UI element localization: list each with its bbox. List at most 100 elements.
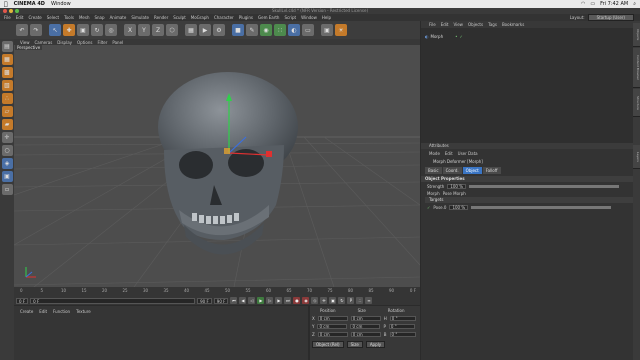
position-key-icon[interactable]: ✛ [320, 297, 328, 304]
viewport-menu-view[interactable]: View [20, 40, 30, 45]
texture-mode-icon[interactable]: ▩ [1, 67, 13, 78]
polygons-mode-icon[interactable]: ▰ [1, 119, 13, 130]
position-y-input[interactable]: 0 cm [317, 324, 348, 329]
prev-frame-icon[interactable]: ◁ [248, 297, 256, 304]
coord-mode-select[interactable]: Object (Rel) [312, 341, 344, 348]
render-settings-icon[interactable]: ⚙ [213, 24, 225, 36]
camera-icon[interactable]: ▣ [321, 24, 333, 36]
menu-create[interactable]: Create [28, 15, 41, 20]
tab-falloff[interactable]: Falloff [482, 167, 501, 174]
size-y-input[interactable]: 0 cm [350, 324, 381, 329]
snapping-icon[interactable]: ◈ [1, 158, 13, 169]
keyframe-selection-icon[interactable]: ◇ [311, 297, 319, 304]
z-axis-icon[interactable]: Z [152, 24, 164, 36]
battery-icon[interactable]: ▭ [590, 1, 595, 7]
attr-menu-userdata[interactable]: User Data [458, 151, 478, 157]
next-key-icon[interactable]: ▶ [275, 297, 283, 304]
material-menu-create[interactable]: Create [20, 309, 33, 314]
model-mode-icon[interactable]: ▦ [1, 54, 13, 65]
attr-menu-mode[interactable]: Mode [429, 151, 440, 157]
tab-layers[interactable]: Layers [633, 145, 640, 169]
menu-simulate[interactable]: Simulate [131, 15, 149, 20]
tab-objects[interactable]: Objects [633, 23, 640, 47]
render-region-icon[interactable]: ▦ [185, 24, 197, 36]
rotate-icon[interactable]: ↻ [91, 24, 103, 36]
morph-link[interactable]: Pose Morph [443, 191, 466, 196]
position-z-input[interactable]: 0 cm [317, 332, 348, 337]
frame-range-slider[interactable]: 0 F [30, 297, 196, 304]
menu-gem-earth[interactable]: Gem Earth [258, 15, 279, 20]
object-row-morph[interactable]: ◐ Morph • ✓ [425, 34, 463, 39]
viewport-menu-panel[interactable]: Panel [112, 40, 123, 45]
size-z-input[interactable]: 0 cm [350, 332, 381, 337]
objmenu-file[interactable]: File [429, 22, 436, 27]
light-icon[interactable]: ☀ [335, 24, 347, 36]
timeline-settings-icon[interactable]: ≡ [365, 297, 373, 304]
tab-structure[interactable]: Structure [633, 89, 640, 117]
objmenu-tags[interactable]: Tags [488, 22, 497, 27]
goto-end-icon[interactable]: ⏭ [284, 297, 292, 304]
menu-mesh[interactable]: Mesh [79, 15, 90, 20]
subdivision-icon[interactable]: ◉ [260, 24, 272, 36]
menu-script[interactable]: Script [284, 15, 296, 20]
workplane-icon[interactable]: ▧ [1, 80, 13, 91]
lock-workplane-icon[interactable]: ▣ [1, 171, 13, 182]
points-mode-icon[interactable]: ∴ [1, 93, 13, 104]
deformer-icon[interactable]: ◐ [288, 24, 300, 36]
y-axis-icon[interactable]: Y [138, 24, 150, 36]
menu-plugins[interactable]: Plugins [239, 15, 253, 20]
objmenu-bookmarks[interactable]: Bookmarks [502, 22, 524, 27]
menu-file[interactable]: File [4, 15, 11, 20]
zoom-window-button[interactable] [15, 9, 19, 13]
planar-workplane-icon[interactable]: ▫ [1, 184, 13, 195]
search-icon[interactable]: ⌕ [633, 1, 636, 7]
recent-tool-icon[interactable]: ◎ [105, 24, 117, 36]
next-frame-icon[interactable]: ▷ [266, 297, 274, 304]
point-level-icon[interactable]: ∴ [356, 297, 364, 304]
menu-character[interactable]: Character [214, 15, 234, 20]
objmenu-view[interactable]: View [453, 22, 463, 27]
objmenu-edit[interactable]: Edit [441, 22, 449, 27]
max-frame-field[interactable]: 90 F [213, 297, 229, 304]
rotation-key-icon[interactable]: ↻ [338, 297, 346, 304]
record-icon[interactable]: ● [293, 297, 301, 304]
pose-slider[interactable] [471, 206, 612, 209]
material-menu-function[interactable]: Function [53, 309, 70, 314]
end-frame-field[interactable]: 90 F [197, 297, 212, 304]
scale-icon[interactable]: ▣ [77, 24, 89, 36]
targets-section[interactable]: Targets [425, 197, 633, 203]
play-icon[interactable]: ▶ [257, 297, 265, 304]
timeline-ruler[interactable]: 0 5 10 15 20 25 30 35 40 45 50 55 60 65 70 75 80 85 90 0 F [14, 287, 420, 295]
strength-slider[interactable] [469, 185, 620, 188]
tab-content-browser[interactable]: Content Browser [633, 48, 640, 88]
position-x-input[interactable]: 0 cm [317, 316, 348, 321]
wifi-icon[interactable]: ◠ [581, 1, 585, 7]
spline-pen-icon[interactable]: ✎ [246, 24, 258, 36]
param-key-icon[interactable]: P [347, 297, 355, 304]
app-name-menu[interactable]: CINEMA 4D [14, 1, 45, 7]
size-mode-select[interactable]: Size [346, 341, 363, 348]
tab-coord[interactable]: Coord. [442, 167, 462, 174]
tweak-mode-icon[interactable]: ○ [1, 145, 13, 156]
window-menu[interactable]: Window [51, 1, 71, 7]
minimize-window-button[interactable] [9, 9, 13, 13]
viewport-menu-display[interactable]: Display [57, 40, 72, 45]
menu-animate[interactable]: Animate [110, 15, 127, 20]
enabled-check-icon[interactable]: ✓ [459, 34, 462, 39]
menu-tools[interactable]: Tools [64, 15, 74, 20]
strength-input[interactable]: 100 % [447, 184, 467, 189]
make-editable-icon[interactable]: ▤ [1, 41, 13, 52]
scale-key-icon[interactable]: ▣ [329, 297, 337, 304]
rotation-h-input[interactable]: 0 ° [389, 316, 416, 321]
axis-mode-icon[interactable]: ✛ [1, 132, 13, 143]
viewport-menu-cameras[interactable]: Cameras [35, 40, 53, 45]
move-icon[interactable]: ✚ [63, 24, 75, 36]
render-view-icon[interactable]: ▶ [199, 24, 211, 36]
tab-object[interactable]: Object [462, 167, 482, 174]
material-menu-edit[interactable]: Edit [39, 309, 47, 314]
redo-icon[interactable]: ↷ [30, 24, 42, 36]
menu-select[interactable]: Select [47, 15, 59, 20]
undo-icon[interactable]: ↶ [16, 24, 28, 36]
edges-mode-icon[interactable]: ▱ [1, 106, 13, 117]
menu-snap[interactable]: Snap [94, 15, 104, 20]
